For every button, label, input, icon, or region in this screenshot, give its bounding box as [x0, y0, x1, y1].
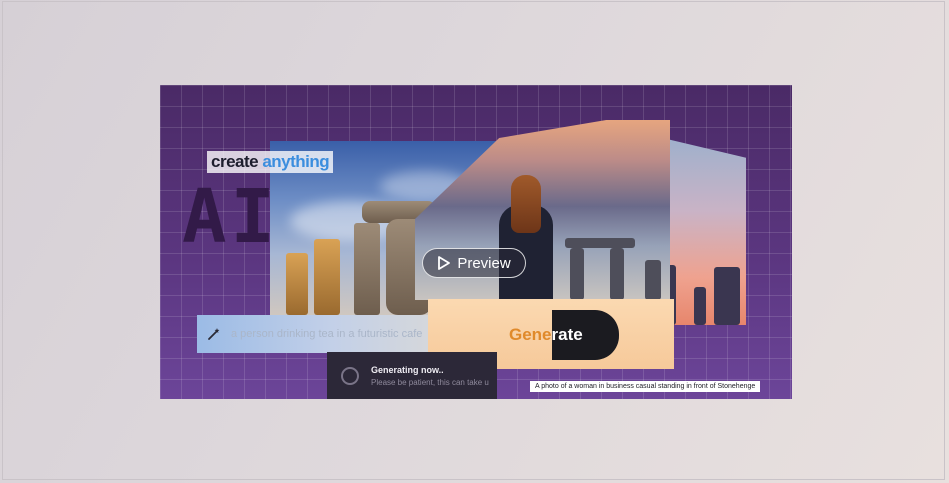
hero-card: AI create anything Preview a person drin… [160, 85, 792, 399]
stone-shape [694, 287, 706, 325]
magic-wand-icon [208, 328, 220, 340]
play-icon [438, 256, 451, 270]
generate-label-part1: Gene [509, 325, 552, 344]
woman-figure [495, 175, 557, 300]
stone-shape [645, 260, 661, 300]
stone-shape [570, 248, 584, 300]
toast-subtitle: Please be patient, this can take u [371, 378, 489, 387]
generating-toast: Generating now.. Please be patient, this… [327, 352, 497, 399]
stone-lintel-shape [565, 238, 635, 248]
stone-shape [354, 223, 380, 315]
stone-shape [314, 239, 340, 315]
stone-shape [286, 253, 308, 315]
stone-shape [714, 267, 740, 325]
toast-title: Generating now.. [371, 365, 444, 375]
generate-label-part2: rate [551, 310, 619, 360]
headline-word-anything: anything [262, 152, 330, 171]
woman-hair-shape [511, 175, 541, 233]
stone-shape [610, 248, 624, 300]
preview-button[interactable]: Preview [422, 248, 526, 278]
headline-word-create: create [211, 152, 259, 171]
preview-label: Preview [457, 254, 511, 272]
ai-wordmark: AI [182, 174, 280, 260]
headline: create anything [207, 151, 334, 173]
spinner-icon [341, 367, 359, 385]
toast-text: Generating now.. Please be patient, this… [371, 365, 489, 387]
generate-button[interactable]: Gene rate [509, 310, 619, 360]
image-caption: A photo of a woman in business casual st… [530, 381, 761, 392]
